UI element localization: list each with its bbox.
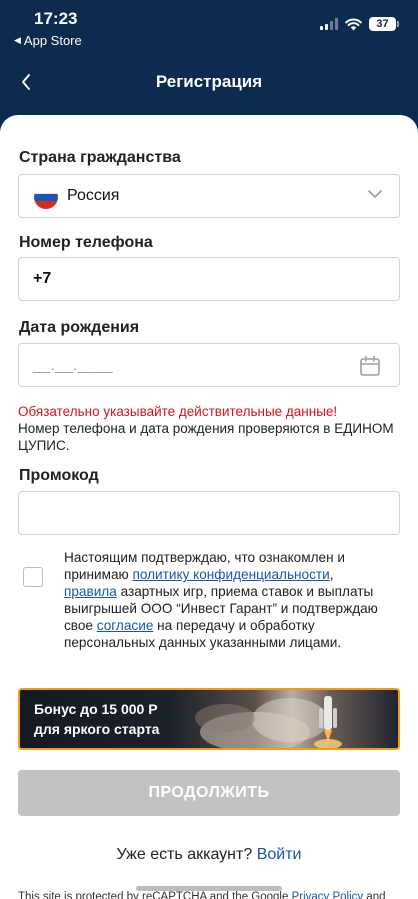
recaptcha-notice: This site is protected by reCAPTCHA and … <box>18 891 418 899</box>
wifi-icon <box>345 17 362 30</box>
have-account-text: Уже есть аккаунт? <box>116 846 253 863</box>
signal-icon <box>320 18 338 30</box>
continue-button[interactable]: ПРОДОЛЖИТЬ <box>18 770 400 816</box>
russia-flag-icon <box>34 185 58 209</box>
status-bar: 17:23 ◀ App Store 37 <box>0 0 418 56</box>
consent-link[interactable]: согласие <box>97 618 154 633</box>
data-warning: Обязательно указывайте действительные да… <box>18 403 398 454</box>
phone-label: Номер телефона <box>19 234 153 251</box>
banner-line2: для яркого старта <box>34 721 160 737</box>
country-select[interactable]: Россия <box>18 174 400 218</box>
registration-form: Страна гражданства Россия Номер телефона… <box>0 115 418 899</box>
have-account-row: Уже есть аккаунт? Войти <box>0 846 418 864</box>
nav-bar: Регистрация <box>0 60 418 104</box>
rules-link[interactable]: правила <box>64 584 117 599</box>
chevron-down-icon <box>368 190 382 198</box>
country-label: Страна гражданства <box>19 149 181 166</box>
promo-input[interactable] <box>18 491 400 535</box>
promo-label: Промокод <box>19 467 99 484</box>
dob-label: Дата рождения <box>19 319 140 336</box>
country-value: Россия <box>67 187 120 204</box>
recaptcha-text: This site is protected by reCAPTCHA and … <box>18 891 292 899</box>
google-privacy-link[interactable]: Privacy Policy <box>292 891 364 899</box>
warning-details: Номер телефона и дата рождения проверяют… <box>18 421 394 453</box>
recaptcha-and: and <box>363 891 386 899</box>
privacy-policy-link[interactable]: политику конфиденциальности <box>133 567 330 582</box>
banner-text: Бонус до 15 000 Р для яркого старта <box>34 699 159 739</box>
bonus-banner[interactable]: Бонус до 15 000 Р для яркого старта <box>18 688 400 750</box>
dob-input[interactable]: __.__.____ <box>18 343 400 387</box>
login-link[interactable]: Войти <box>257 846 302 863</box>
back-to-app-store[interactable]: ◀ App Store <box>14 33 82 48</box>
battery-icon: 37 <box>369 17 399 31</box>
phone-value: +7 <box>33 270 52 287</box>
phone-input[interactable]: +7 <box>18 257 400 301</box>
back-triangle-icon: ◀ <box>14 35 21 45</box>
status-time: 17:23 <box>34 9 78 28</box>
consent-text: Настоящим подтверждаю, что ознакомлен и … <box>64 549 382 651</box>
consent-checkbox[interactable] <box>23 567 43 587</box>
warning-red: Обязательно указывайте действительные да… <box>18 404 338 419</box>
dob-placeholder: __.__.____ <box>33 357 114 374</box>
consent-sep: , <box>329 567 334 582</box>
banner-line1: Бонус до 15 000 Р <box>34 701 158 717</box>
back-app-label: App Store <box>23 33 82 48</box>
system-icons: 37 <box>320 17 399 31</box>
page-title: Регистрация <box>155 72 263 91</box>
calendar-icon[interactable] <box>359 355 381 377</box>
home-indicator[interactable] <box>136 886 282 891</box>
